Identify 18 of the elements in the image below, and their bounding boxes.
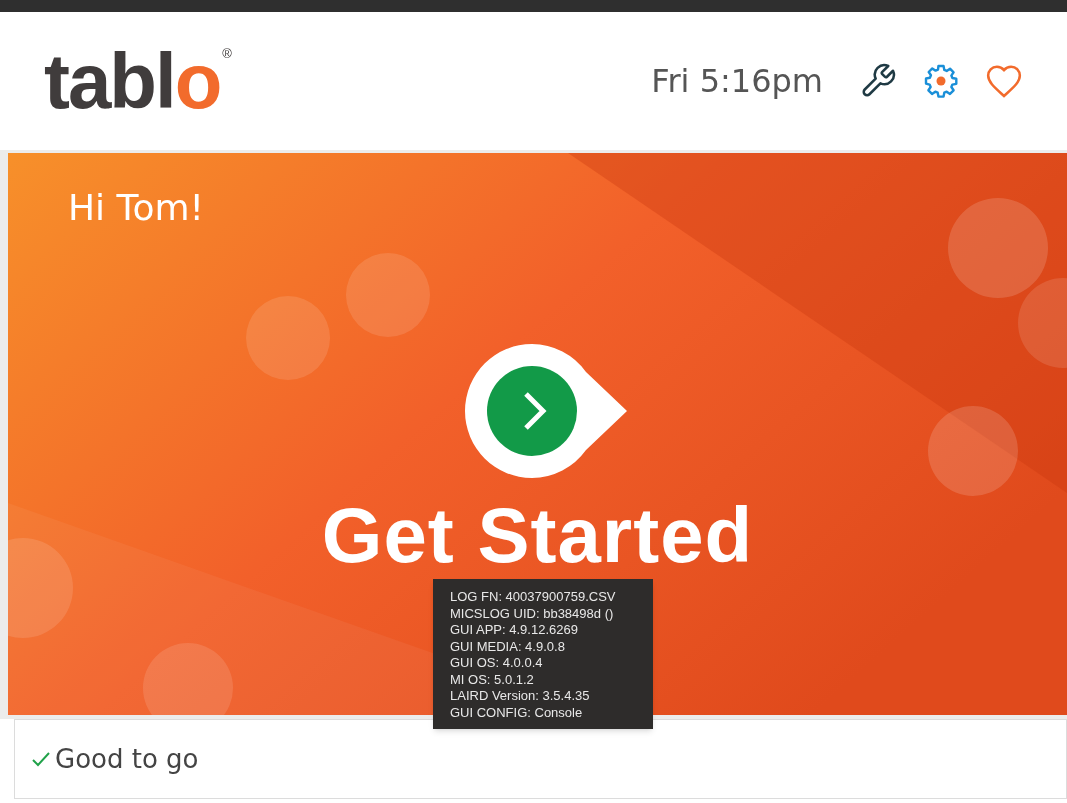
logo-text: tabl bbox=[44, 42, 175, 120]
debug-info-line: LAIRD Version: 3.5.4.35 bbox=[450, 688, 591, 705]
debug-info-line: GUI APP: 4.9.12.6269 bbox=[450, 622, 579, 639]
settings-icon[interactable] bbox=[923, 63, 959, 99]
debug-info-line: LOG FN: 40037900759.CSV bbox=[450, 589, 617, 606]
registered-mark: ® bbox=[222, 45, 232, 63]
debug-info-line: MICSLOG UID: bb38498d () bbox=[450, 605, 615, 622]
logo-accent: o bbox=[174, 42, 223, 120]
status-text: Good to go bbox=[55, 742, 199, 776]
debug-info-line: GUI MEDIA: 4.9.0.8 bbox=[450, 638, 566, 655]
debug-info-line: GUI OS: 4.0.0.4 bbox=[450, 655, 544, 672]
get-started-title[interactable]: Get Started bbox=[321, 496, 754, 574]
debug-info-line: GUI CONFIG: Console bbox=[450, 704, 584, 721]
heart-icon[interactable] bbox=[985, 63, 1023, 99]
debug-info-line: MI OS: 5.0.1.2 bbox=[450, 671, 535, 688]
greeting-text: Hi Tom! bbox=[68, 186, 204, 230]
clock-time: Fri 5:16pm bbox=[651, 61, 823, 102]
start-button[interactable] bbox=[462, 342, 629, 480]
